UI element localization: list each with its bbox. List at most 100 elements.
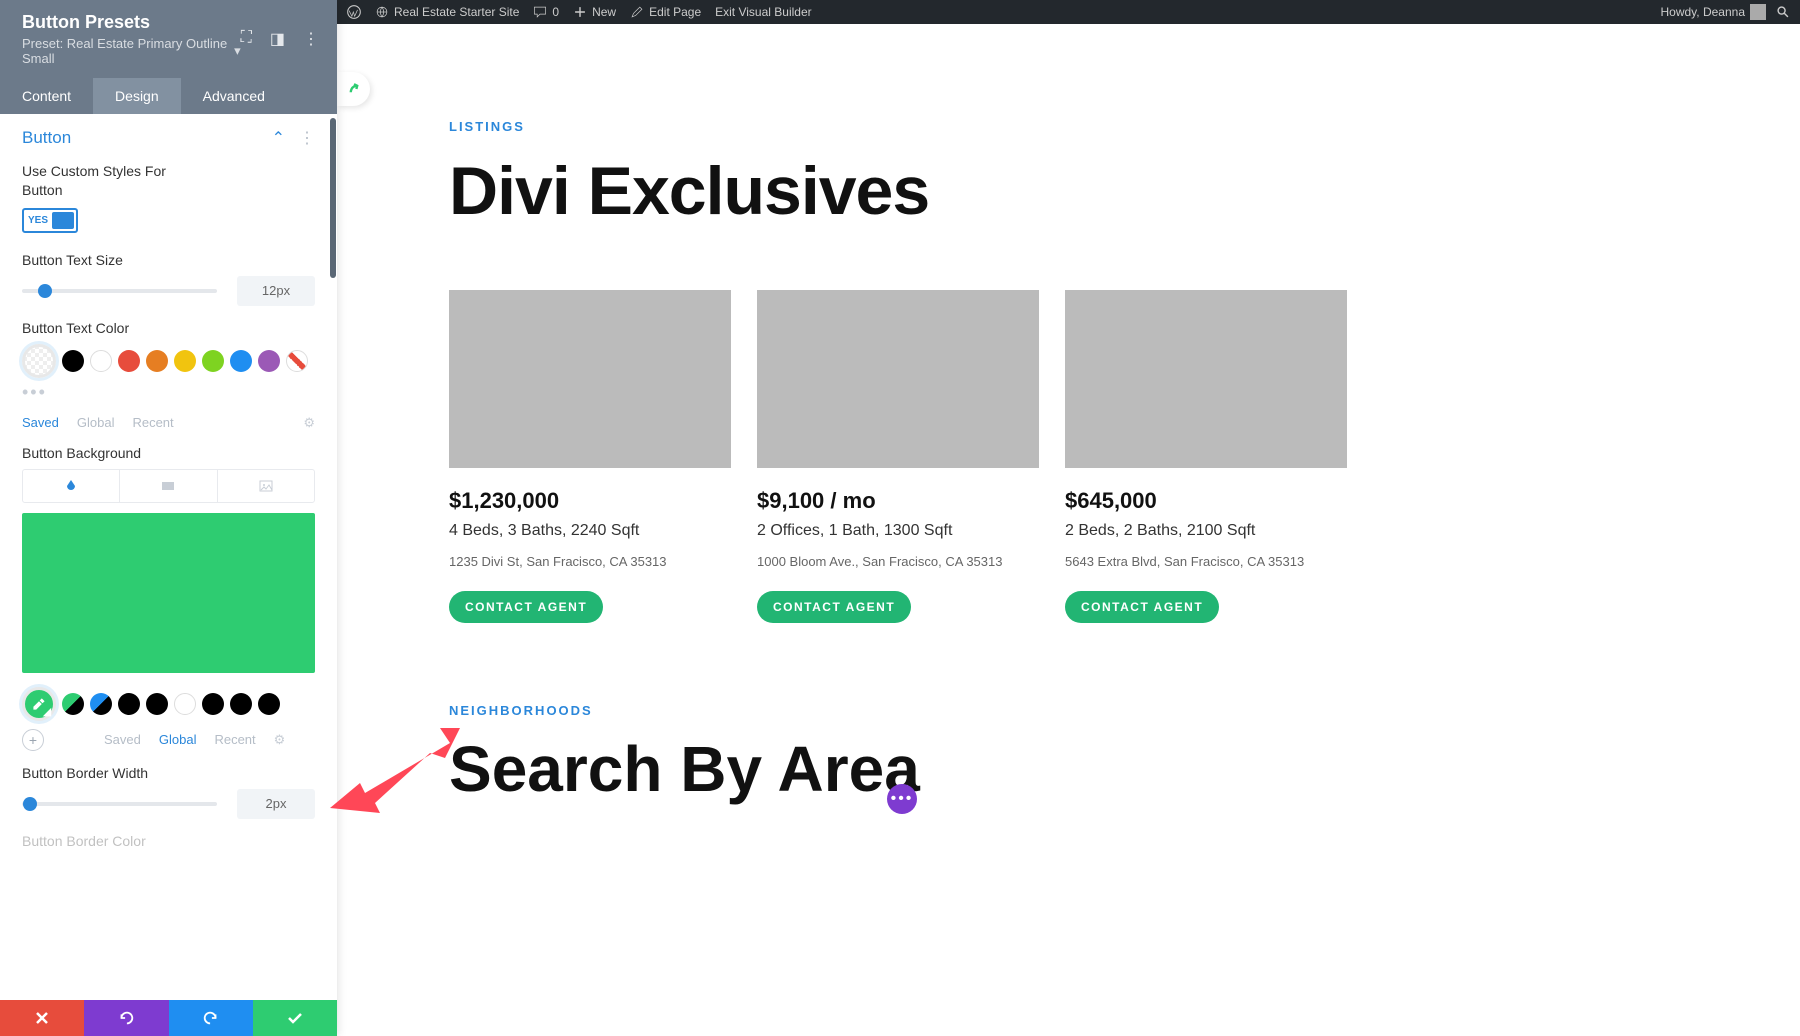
bg-tab-global[interactable]: Global bbox=[159, 732, 197, 747]
howdy-user[interactable]: Howdy, Deanna bbox=[1661, 4, 1767, 20]
panel-title: Button Presets bbox=[22, 12, 241, 33]
tab-design[interactable]: Design bbox=[93, 78, 181, 114]
listing-image bbox=[449, 290, 731, 468]
preset-black-4[interactable] bbox=[230, 693, 252, 715]
wp-logo[interactable] bbox=[347, 5, 361, 19]
color-picker-current[interactable] bbox=[22, 344, 56, 378]
sidebar-body: Button ⌃⋮ Use Custom Styles For Button Y… bbox=[0, 114, 337, 1000]
listing-address: 5643 Extra Blvd, San Fracisco, CA 35313 bbox=[1065, 554, 1347, 569]
bg-gear-icon[interactable]: ⚙ bbox=[274, 732, 286, 748]
section-more-icon[interactable]: ⋮ bbox=[299, 128, 315, 148]
bg-preset-swatches bbox=[22, 687, 315, 721]
swatch-more-icon[interactable]: ••• bbox=[22, 382, 315, 403]
preset-black-3[interactable] bbox=[202, 693, 224, 715]
preset-blue[interactable] bbox=[90, 693, 112, 715]
bg-tab-recent[interactable]: Recent bbox=[214, 732, 255, 747]
border-width-value[interactable]: 2px bbox=[237, 789, 315, 819]
listing-specs: 2 Beds, 2 Baths, 2100 Sqft bbox=[1065, 522, 1347, 540]
gear-icon[interactable]: ⚙ bbox=[303, 415, 315, 431]
text-size-label: Button Text Size bbox=[22, 252, 315, 268]
tab-global[interactable]: Global bbox=[77, 415, 115, 430]
listing-address: 1000 Bloom Ave., San Fracisco, CA 35313 bbox=[757, 554, 1039, 569]
search-icon[interactable] bbox=[1776, 5, 1790, 19]
preset-label: Preset: Real Estate Primary Outline Smal… bbox=[22, 36, 230, 66]
edit-page[interactable]: Edit Page bbox=[630, 5, 701, 19]
swatch-purple[interactable] bbox=[258, 350, 280, 372]
swatch-green[interactable] bbox=[202, 350, 224, 372]
custom-styles-toggle[interactable]: YES bbox=[22, 208, 78, 233]
swatch-blue[interactable] bbox=[230, 350, 252, 372]
preset-black-2[interactable] bbox=[146, 693, 168, 715]
page-preview[interactable]: LISTINGS Divi Exclusives $1,230,000 4 Be… bbox=[337, 24, 1800, 1036]
sidebar-footer bbox=[0, 1000, 337, 1036]
swatch-red[interactable] bbox=[118, 350, 140, 372]
collapse-icon[interactable]: ⌃ bbox=[272, 128, 285, 148]
preset-green[interactable] bbox=[62, 693, 84, 715]
tab-content[interactable]: Content bbox=[0, 78, 93, 114]
tab-recent[interactable]: Recent bbox=[132, 415, 173, 430]
exit-visual-builder[interactable]: Exit Visual Builder bbox=[715, 5, 812, 19]
collapse-sidebar-button[interactable] bbox=[337, 72, 370, 106]
listing-card: $9,100 / mo 2 Offices, 1 Bath, 1300 Sqft… bbox=[757, 290, 1039, 623]
bg-tab-color[interactable] bbox=[23, 470, 120, 502]
exit-vb-label: Exit Visual Builder bbox=[715, 5, 812, 19]
contact-agent-button[interactable]: CONTACT AGENT bbox=[757, 591, 911, 623]
bg-tab-image[interactable] bbox=[218, 470, 314, 502]
preset-selector[interactable]: Preset: Real Estate Primary Outline Smal… bbox=[22, 36, 241, 66]
tab-saved[interactable]: Saved bbox=[22, 415, 59, 430]
swatch-orange[interactable] bbox=[146, 350, 168, 372]
tab-advanced[interactable]: Advanced bbox=[181, 78, 287, 114]
listing-price: $1,230,000 bbox=[449, 488, 731, 514]
contact-agent-button[interactable]: CONTACT AGENT bbox=[449, 591, 603, 623]
preset-white[interactable] bbox=[174, 693, 196, 715]
add-swatch-button[interactable]: + bbox=[22, 729, 44, 751]
edit-page-label: Edit Page bbox=[649, 5, 701, 19]
listing-card: $1,230,000 4 Beds, 3 Baths, 2240 Sqft 12… bbox=[449, 290, 731, 623]
eyedropper-button[interactable] bbox=[22, 687, 56, 721]
comments-link[interactable]: 0 bbox=[533, 5, 559, 19]
slider-handle[interactable] bbox=[38, 284, 52, 298]
bg-tab-gradient[interactable] bbox=[120, 470, 217, 502]
redo-button[interactable] bbox=[169, 1000, 253, 1036]
swatch-yellow[interactable] bbox=[174, 350, 196, 372]
site-name: Real Estate Starter Site bbox=[394, 5, 519, 19]
dock-icon[interactable]: ◨ bbox=[270, 29, 285, 49]
listings-grid: $1,230,000 4 Beds, 3 Baths, 2240 Sqft 12… bbox=[449, 290, 1387, 623]
border-width-slider[interactable] bbox=[22, 802, 217, 806]
swatch-none[interactable] bbox=[286, 350, 308, 372]
undo-button[interactable] bbox=[84, 1000, 168, 1036]
listings-title: Divi Exclusives bbox=[449, 152, 1387, 230]
save-button[interactable] bbox=[253, 1000, 337, 1036]
contact-agent-button[interactable]: CONTACT AGENT bbox=[1065, 591, 1219, 623]
listing-image bbox=[757, 290, 1039, 468]
bg-color-preview[interactable] bbox=[22, 513, 315, 673]
swatch-black[interactable] bbox=[62, 350, 84, 372]
cancel-button[interactable] bbox=[0, 1000, 84, 1036]
slider-handle-2[interactable] bbox=[23, 797, 37, 811]
scrollbar-thumb[interactable] bbox=[330, 118, 336, 278]
bg-type-tabs bbox=[22, 469, 315, 503]
listing-price: $645,000 bbox=[1065, 488, 1347, 514]
new-content[interactable]: New bbox=[573, 5, 616, 19]
site-switch[interactable]: Real Estate Starter Site bbox=[375, 5, 519, 19]
avatar bbox=[1750, 4, 1766, 20]
focus-icon[interactable]: ⛶ bbox=[241, 29, 252, 49]
neighborhoods-title: Search By Area bbox=[449, 732, 1387, 806]
text-color-swatches bbox=[22, 344, 315, 378]
listing-card: $645,000 2 Beds, 2 Baths, 2100 Sqft 5643… bbox=[1065, 290, 1347, 623]
text-size-slider[interactable] bbox=[22, 289, 217, 293]
listing-specs: 4 Beds, 3 Baths, 2240 Sqft bbox=[449, 522, 731, 540]
toggle-yes-label: YES bbox=[28, 215, 48, 226]
swatch-white[interactable] bbox=[90, 350, 112, 372]
settings-sidebar: Button Presets Preset: Real Estate Prima… bbox=[0, 0, 337, 1036]
comments-count: 0 bbox=[552, 5, 559, 19]
section-button-title[interactable]: Button bbox=[22, 128, 71, 148]
module-actions-bubble[interactable]: ••• bbox=[887, 784, 917, 814]
preset-black-1[interactable] bbox=[118, 693, 140, 715]
bg-tab-saved[interactable]: Saved bbox=[104, 732, 141, 747]
listing-address: 1235 Divi St, San Fracisco, CA 35313 bbox=[449, 554, 731, 569]
kebab-menu-icon[interactable]: ⋮ bbox=[303, 29, 319, 49]
preset-black-5[interactable] bbox=[258, 693, 280, 715]
text-size-value[interactable]: 12px bbox=[237, 276, 315, 306]
border-width-label: Button Border Width bbox=[22, 765, 315, 781]
